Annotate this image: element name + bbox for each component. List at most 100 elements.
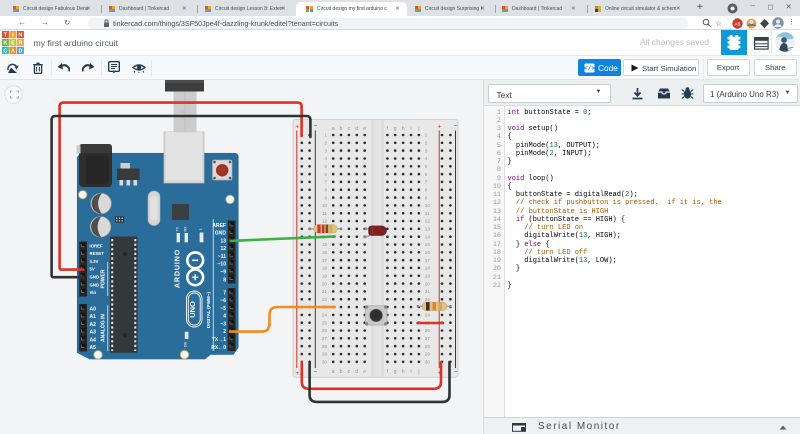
svg-text:27: 27 <box>425 336 431 341</box>
svg-text:RESET: RESET <box>90 251 105 256</box>
svg-text:a: a <box>332 369 335 375</box>
svg-text:R: R <box>18 40 22 46</box>
svg-text:30: 30 <box>322 360 328 365</box>
svg-text:h: h <box>402 369 405 375</box>
svg-text:11: 11 <box>425 211 430 216</box>
svg-text:3: 3 <box>324 148 327 153</box>
svg-text:5V: 5V <box>90 267 95 272</box>
svg-text:18: 18 <box>322 266 328 271</box>
svg-text:−: − <box>314 123 318 130</box>
svg-text:13: 13 <box>220 238 226 244</box>
svg-text:ARDUINO: ARDUINO <box>173 249 182 288</box>
svg-text:8: 8 <box>425 187 428 192</box>
svg-text:22: 22 <box>425 297 431 302</box>
svg-text:17: 17 <box>322 258 328 263</box>
svg-text:DIGITAL (PWM~): DIGITAL (PWM~) <box>206 291 211 328</box>
svg-text:3: 3 <box>425 148 428 153</box>
svg-text:24: 24 <box>322 313 328 318</box>
svg-text:10: 10 <box>322 203 328 208</box>
svg-text:10: 10 <box>425 203 431 208</box>
svg-text:~6: ~6 <box>220 298 226 304</box>
svg-text:7: 7 <box>324 180 327 185</box>
svg-text:GND: GND <box>215 231 227 237</box>
svg-text:29: 29 <box>322 352 328 357</box>
svg-text:13: 13 <box>425 227 431 232</box>
svg-text:26: 26 <box>425 328 431 333</box>
svg-text:1: 1 <box>324 133 327 138</box>
svg-text:14: 14 <box>425 234 431 239</box>
svg-text:g: g <box>394 369 397 375</box>
svg-text:D: D <box>18 48 22 54</box>
svg-text:h: h <box>402 126 405 132</box>
svg-text:i: i <box>410 369 411 375</box>
svg-text:2: 2 <box>324 141 327 146</box>
svg-text:9: 9 <box>324 195 327 200</box>
svg-text:2: 2 <box>223 329 226 335</box>
svg-text:7: 7 <box>425 180 428 185</box>
svg-text:</>: </> <box>584 65 595 72</box>
svg-text:8: 8 <box>324 187 327 192</box>
svg-text:RX: RX <box>183 226 187 232</box>
svg-text:A3: A3 <box>90 330 97 336</box>
svg-text:2: 2 <box>425 141 428 146</box>
svg-text:a: a <box>332 126 335 132</box>
svg-text:POWER: POWER <box>101 269 107 288</box>
svg-text:b: b <box>340 369 343 375</box>
svg-text:30: 30 <box>425 360 431 365</box>
svg-text:6: 6 <box>425 172 428 177</box>
svg-text:20: 20 <box>322 281 328 286</box>
svg-text:Vin: Vin <box>90 290 97 295</box>
svg-text:20: 20 <box>425 281 431 286</box>
svg-text:~5: ~5 <box>220 306 226 312</box>
svg-text:18: 18 <box>425 266 431 271</box>
svg-text:+: + <box>295 370 299 377</box>
svg-text:26: 26 <box>322 328 328 333</box>
svg-text:27: 27 <box>322 336 328 341</box>
svg-text:16: 16 <box>322 250 328 255</box>
svg-text:5: 5 <box>425 164 428 169</box>
svg-text:ON: ON <box>184 341 188 347</box>
svg-text:24: 24 <box>425 313 431 318</box>
svg-text:b: b <box>340 126 343 132</box>
svg-text:4: 4 <box>324 156 327 161</box>
svg-text:IOREF: IOREF <box>90 243 104 248</box>
svg-text:−: − <box>314 369 318 376</box>
svg-text:~11: ~11 <box>218 254 226 260</box>
svg-text:ANALOG IN: ANALOG IN <box>101 314 107 342</box>
svg-text:4: 4 <box>425 156 428 161</box>
svg-text:TX→1: TX→1 <box>212 337 226 343</box>
svg-text:N: N <box>18 32 22 38</box>
svg-text:15: 15 <box>425 242 431 247</box>
svg-text:11: 11 <box>322 211 327 216</box>
svg-text:22: 22 <box>322 297 328 302</box>
svg-text:−: − <box>454 123 458 130</box>
svg-text:A0: A0 <box>90 306 97 312</box>
svg-text:A2: A2 <box>90 322 97 328</box>
svg-text:L: L <box>199 228 203 230</box>
svg-text:C: C <box>3 48 7 54</box>
svg-text:+: + <box>438 124 442 131</box>
svg-text:d: d <box>355 369 358 375</box>
svg-text:TX: TX <box>175 226 179 231</box>
svg-text:GND: GND <box>90 275 100 280</box>
svg-text:12: 12 <box>220 246 226 252</box>
svg-text:+: + <box>295 124 299 131</box>
svg-text:A: A <box>11 48 15 54</box>
svg-text:AB: AB <box>734 21 740 26</box>
svg-text:12: 12 <box>425 219 431 224</box>
svg-text:4: 4 <box>223 314 226 320</box>
svg-text:7: 7 <box>223 290 226 296</box>
svg-text:~9: ~9 <box>220 270 226 276</box>
svg-text:3.3V: 3.3V <box>90 259 99 264</box>
svg-text:e: e <box>363 369 366 375</box>
svg-text:AREF: AREF <box>212 223 226 229</box>
svg-text:j: j <box>417 126 419 132</box>
svg-text:A1: A1 <box>90 314 97 320</box>
svg-text:6: 6 <box>324 172 327 177</box>
svg-text:i: i <box>410 126 411 132</box>
svg-text:~3: ~3 <box>220 321 226 327</box>
svg-text:28: 28 <box>322 344 328 349</box>
svg-text:5: 5 <box>324 164 327 169</box>
svg-text:−: − <box>454 369 458 376</box>
svg-text:A4: A4 <box>90 337 97 343</box>
